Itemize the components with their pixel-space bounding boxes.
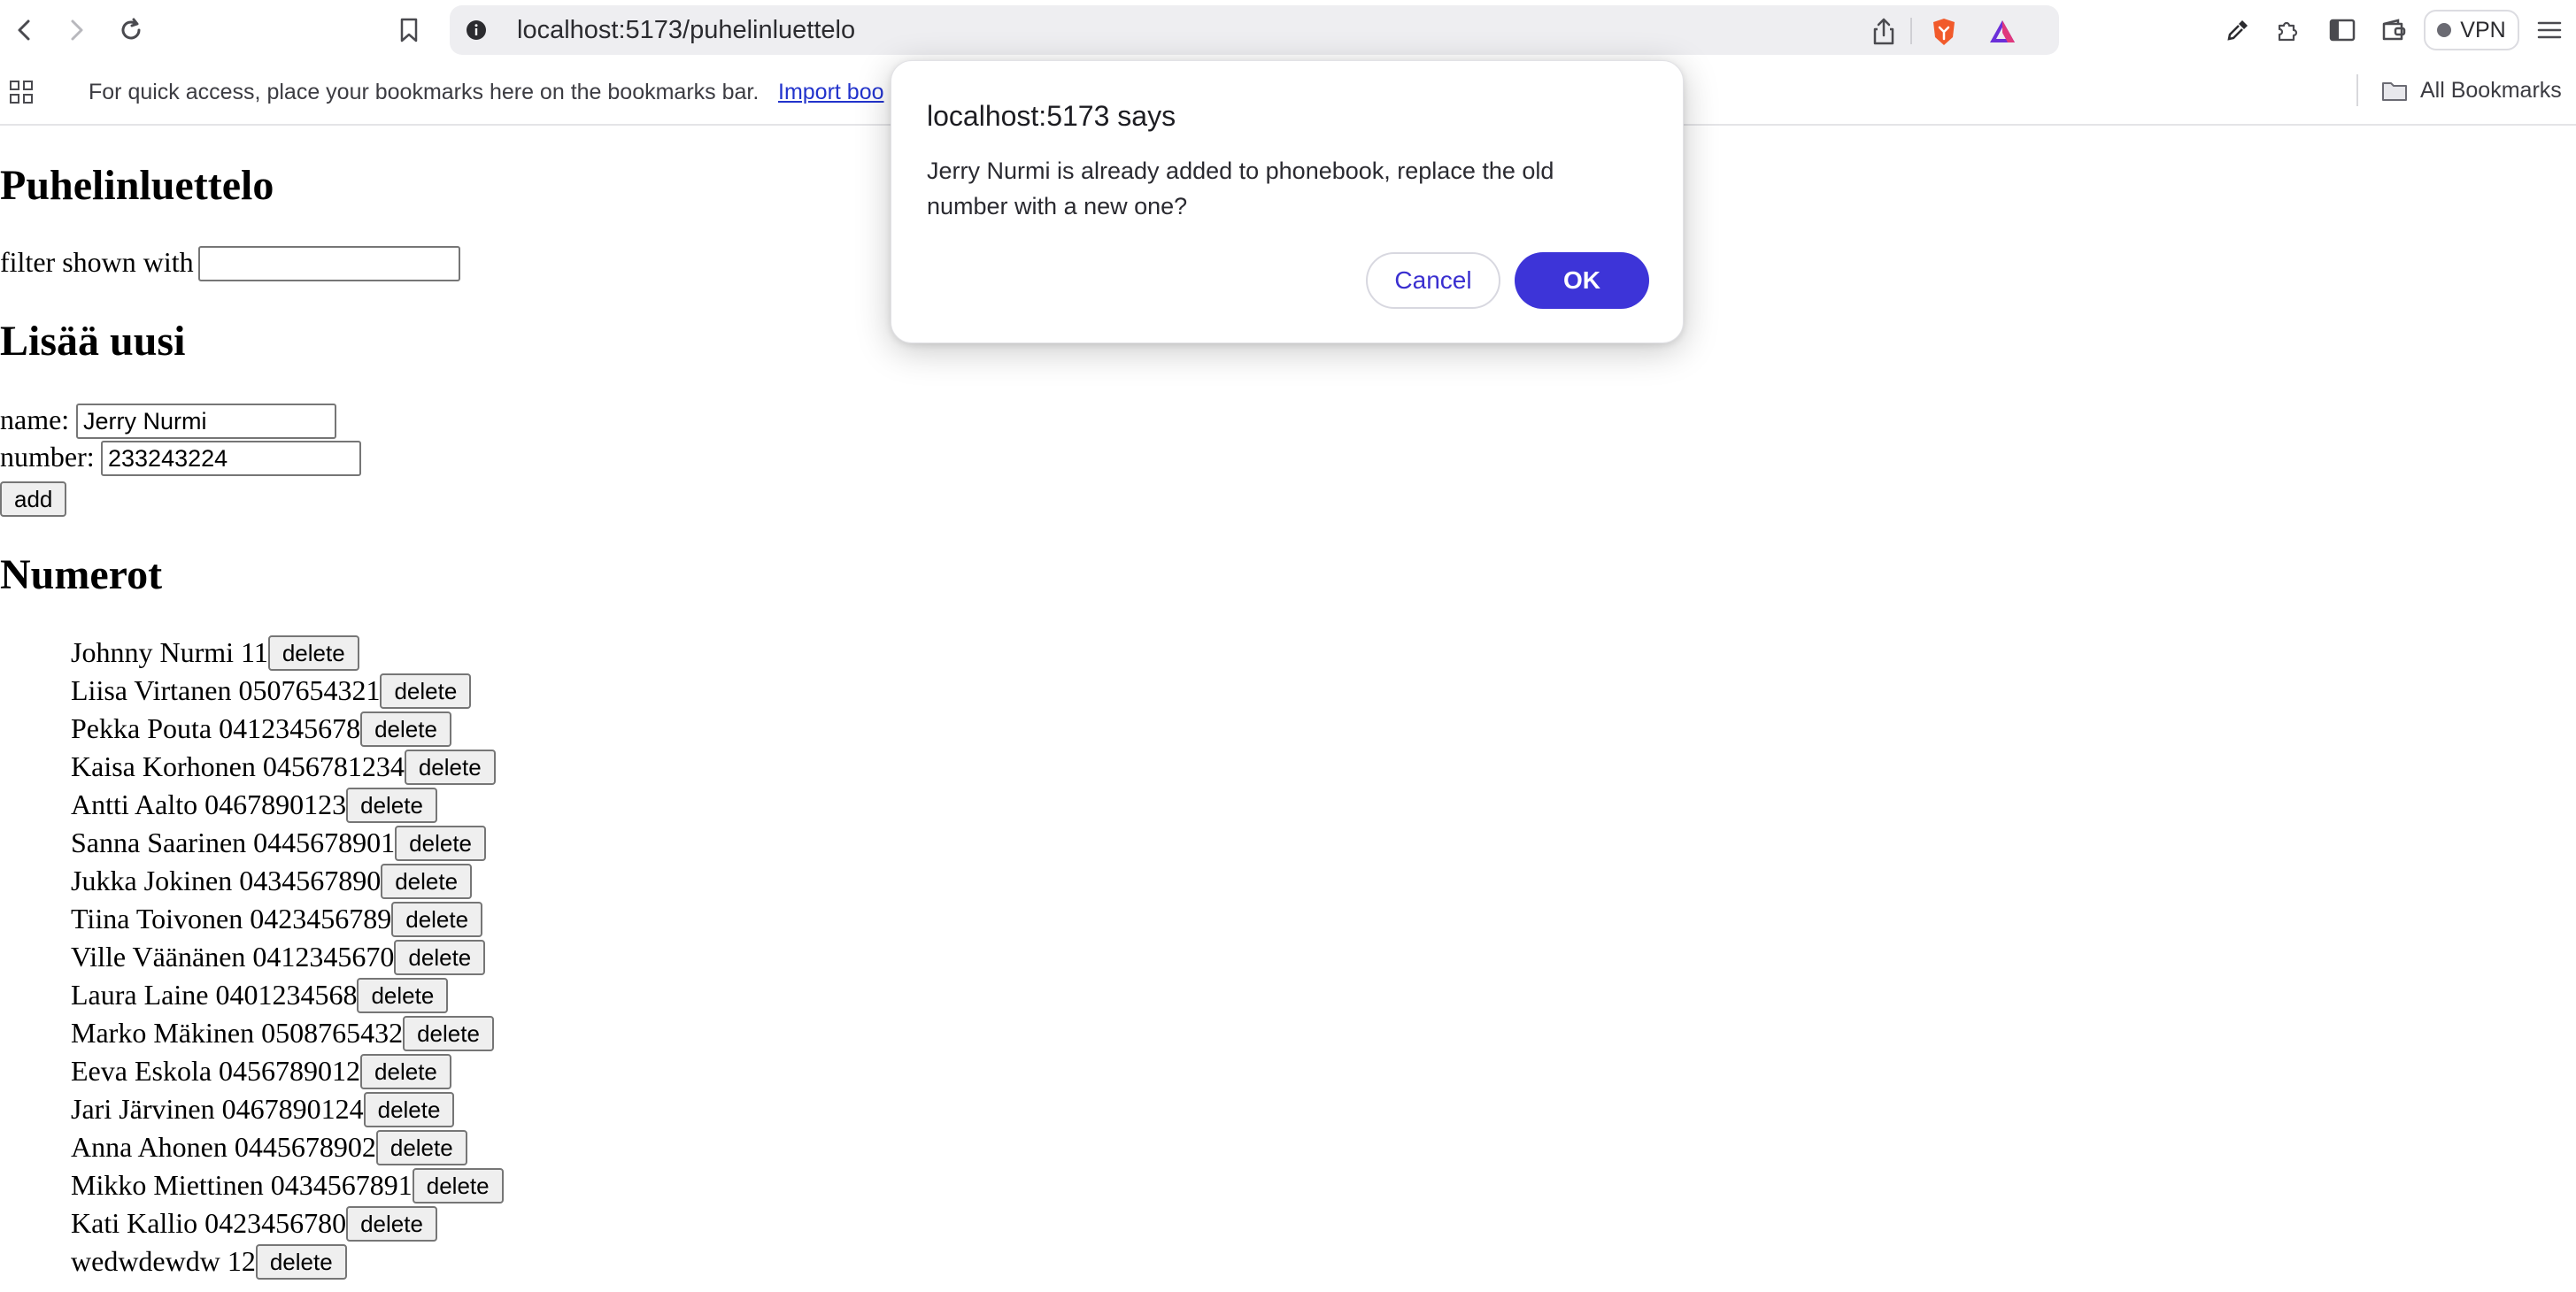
extensions-icon[interactable] [2270,12,2305,48]
dialog-title: localhost:5173 says [927,100,1176,132]
number-label: number: [0,441,95,473]
back-icon[interactable] [7,12,42,48]
reload-icon[interactable] [113,12,149,48]
person-entry: wedwdewdw 12 [71,1245,256,1277]
bookmarks-divider [2356,74,2358,106]
add-new-heading: Lisää uusi [0,318,186,365]
import-bookmarks-link[interactable]: Import boo [778,80,893,105]
list-item: Laura Laine 0401234568 delete [71,976,504,1014]
person-entry: Jari Järvinen 0467890124 [71,1093,364,1125]
list-item: Pekka Pouta 0412345678 delete [71,710,504,748]
person-list: Johnny Nurmi 11 delete Liisa Virtanen 0507… [71,634,504,1280]
list-item: Ville Väänänen 0412345670 delete [71,938,504,976]
list-item: Jukka Jokinen 0434567890 delete [71,862,504,900]
site-info-icon[interactable] [466,19,487,41]
person-entry: Ville Väänänen 0412345670 [71,941,395,973]
person-entry: Antti Aalto 0467890123 [71,788,347,820]
delete-button[interactable]: delete [255,1243,347,1280]
ok-button[interactable]: OK [1515,252,1649,309]
address-url[interactable]: localhost:5173/puhelinluettelo [517,16,855,45]
delete-button[interactable]: delete [363,1091,455,1127]
eyedropper-icon[interactable] [2220,12,2256,48]
list-item: Anna Ahonen 0445678902 delete [71,1128,504,1166]
vpn-label: VPN [2460,17,2506,42]
omnibox-divider [1910,18,1912,44]
delete-button[interactable]: delete [395,825,486,861]
person-entry: Liisa Virtanen 0507654321 [71,674,381,706]
list-item: Kati Kallio 0423456780 delete [71,1204,504,1242]
person-entry: Eeva Eskola 0456789012 [71,1055,361,1087]
all-bookmarks-label: All Bookmarks [2420,78,2562,103]
delete-button[interactable]: delete [267,634,359,671]
person-entry: Marko Mäkinen 0508765432 [71,1017,404,1049]
list-item: Jari Järvinen 0467890124 delete [71,1090,504,1128]
all-bookmarks-button[interactable]: All Bookmarks [2381,78,2562,104]
person-entry: Laura Laine 0401234568 [71,979,358,1011]
page-title: Puhelinluettelo [0,162,274,209]
person-entry: Kaisa Korhonen 0456781234 [71,750,405,782]
person-entry: Jukka Jokinen 0434567890 [71,865,382,896]
cancel-button[interactable]: Cancel [1366,252,1500,309]
number-input[interactable]: 233243224 [101,441,361,476]
delete-button[interactable]: delete [404,749,496,785]
person-entry: Sanna Saarinen 0445678901 [71,827,396,858]
list-item: Tiina Toivonen 0423456789 delete [71,900,504,938]
brave-rewards-icon[interactable] [1986,16,2018,48]
wallet-icon[interactable] [2376,12,2411,48]
list-item: Liisa Virtanen 0507654321 delete [71,672,504,710]
person-entry: Mikko Miettinen 0434567891 [71,1169,413,1201]
delete-button[interactable]: delete [394,939,486,975]
share-icon[interactable] [1868,16,1900,48]
filter-input[interactable] [198,246,460,281]
apps-grid-icon[interactable] [9,80,34,104]
confirm-dialog: localhost:5173 says Jerry Nurmi is alrea… [891,60,1684,343]
bookmark-icon[interactable] [391,12,427,48]
numbers-heading: Numerot [0,551,163,598]
menu-icon[interactable] [2532,12,2567,48]
sidebar-icon[interactable] [2325,12,2360,48]
delete-button[interactable]: delete [346,787,437,823]
list-item: Eeva Eskola 0456789012 delete [71,1052,504,1090]
folder-icon [2382,81,2407,101]
brave-shields-icon[interactable] [1928,16,1960,48]
list-item: Johnny Nurmi 11 delete [71,634,504,672]
person-entry: Pekka Pouta 0412345678 [71,712,361,744]
list-item: Kaisa Korhonen 0456781234 delete [71,748,504,786]
person-entry: Johnny Nurmi 11 [71,636,268,668]
delete-button[interactable]: delete [381,863,473,899]
list-item: Sanna Saarinen 0445678901 delete [71,824,504,862]
person-entry: Kati Kallio 0423456780 [71,1207,347,1239]
add-button[interactable]: add [0,481,67,517]
forward-icon[interactable] [58,12,94,48]
delete-button[interactable]: delete [375,1129,467,1165]
vpn-button[interactable]: VPN [2424,10,2519,50]
bookmarks-hint: For quick access, place your bookmarks h… [89,80,760,104]
address-bar[interactable]: localhost:5173/puhelinluettelo [450,5,2059,55]
delete-button[interactable]: delete [403,1015,494,1051]
delete-button[interactable]: delete [380,673,472,709]
delete-button[interactable]: delete [346,1205,437,1242]
delete-button[interactable]: delete [360,1053,451,1089]
list-item: Marko Mäkinen 0508765432 delete [71,1014,504,1052]
delete-button[interactable]: delete [360,711,451,747]
name-label: name: [0,404,70,435]
person-entry: Anna Ahonen 0445678902 [71,1131,376,1163]
list-item: wedwdewdw 12 delete [71,1242,504,1280]
list-item: Antti Aalto 0467890123 delete [71,786,504,824]
delete-button[interactable]: delete [357,977,449,1013]
delete-button[interactable]: delete [412,1167,504,1204]
filter-label: filter shown with [0,246,194,278]
browser-toolbar: localhost:5173/puhelinluettelo VPN [0,0,2576,60]
name-input[interactable]: Jerry Nurmi [76,404,336,439]
list-item: Mikko Miettinen 0434567891 delete [71,1166,504,1204]
dialog-message: Jerry Nurmi is already added to phoneboo… [927,158,1554,219]
delete-button[interactable]: delete [391,901,483,937]
vpn-status-icon [2437,23,2452,37]
person-entry: Tiina Toivonen 0423456789 [71,903,392,934]
